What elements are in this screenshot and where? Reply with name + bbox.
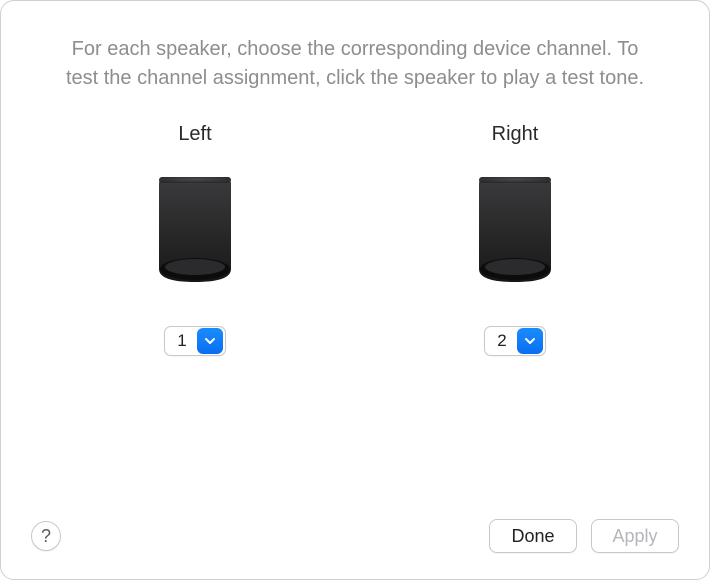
done-button[interactable]: Done — [489, 519, 577, 553]
chevron-down-icon — [197, 328, 223, 354]
speaker-icon — [465, 174, 565, 294]
channel-value-right: 2 — [485, 327, 516, 355]
chevron-down-icon — [517, 328, 543, 354]
speaker-label-right: Right — [492, 123, 539, 146]
channel-select-right[interactable]: 2 — [484, 326, 545, 356]
speaker-test-button-right[interactable] — [465, 174, 565, 294]
apply-button: Apply — [591, 519, 679, 553]
speaker-config-window: For each speaker, choose the correspondi… — [0, 0, 710, 580]
speakers-row: Left — [49, 123, 661, 356]
speaker-column-left: Left — [125, 123, 265, 356]
dialog-footer: ? Done Apply — [1, 519, 709, 553]
speaker-icon — [145, 174, 245, 294]
speaker-label-left: Left — [178, 123, 211, 146]
help-icon: ? — [41, 526, 51, 547]
speaker-test-button-left[interactable] — [145, 174, 245, 294]
instructions-text: For each speaker, choose the correspondi… — [55, 35, 655, 93]
channel-value-left: 1 — [165, 327, 196, 355]
channel-select-left[interactable]: 1 — [164, 326, 225, 356]
help-button[interactable]: ? — [31, 521, 61, 551]
speaker-column-right: Right — [445, 123, 585, 356]
